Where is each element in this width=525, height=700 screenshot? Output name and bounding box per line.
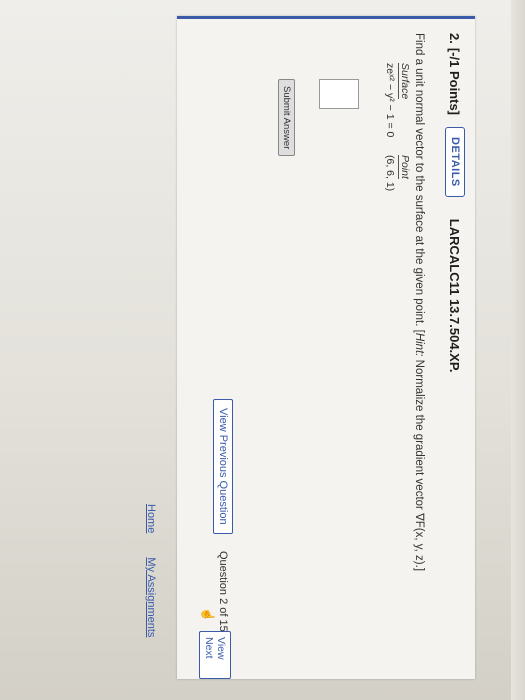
point-value: (6, 6, 1) (384, 155, 396, 192)
question-number: 2. (447, 33, 463, 44)
surface-expression: zeˣ² − y² − 1 = 0 (384, 63, 396, 138)
question-header: 2. [-/1 Points] DETAILS LARCALC11 13.7.5… (445, 33, 465, 372)
top-edge (511, 0, 525, 700)
my-assignments-link[interactable]: My Assignments (145, 557, 157, 637)
hand-cursor-icon: ☝ (201, 607, 215, 622)
question-counter: Question 2 of 15 (217, 551, 229, 632)
question-prompt: Find a unit normal vector to the surface… (413, 33, 427, 571)
point-column: Point (6, 6, 1) (384, 155, 411, 191)
surface-header: Surface (398, 63, 411, 100)
answer-input[interactable] (319, 79, 359, 109)
question-card: 2. [-/1 Points] DETAILS LARCALC11 13.7.5… (177, 16, 475, 679)
hint-label: Hint: (413, 332, 425, 357)
surface-column: Surface zeˣ² − y² − 1 = 0 (384, 63, 411, 137)
point-header: Point (398, 155, 411, 179)
details-button[interactable]: DETAILS (445, 127, 465, 197)
submit-answer-button[interactable]: Submit Answer (278, 79, 295, 157)
screen: 2. [-/1 Points] DETAILS LARCALC11 13.7.5… (0, 0, 525, 700)
prompt-text: Find a unit normal vector to the surface… (413, 33, 425, 333)
view-next-button[interactable]: View Next (199, 631, 231, 679)
prompt-tail: Normalize the gradient vector ∇F(x, y, z… (413, 356, 425, 572)
home-link[interactable]: Home (145, 504, 157, 533)
question-id: LARCALC11 13.7.504.XP. (447, 218, 463, 373)
question-points: [-/1 Points] (447, 47, 463, 116)
view-previous-question-button[interactable]: View Previous Question (213, 399, 233, 534)
footer-links: Home My Assignments (145, 504, 157, 637)
